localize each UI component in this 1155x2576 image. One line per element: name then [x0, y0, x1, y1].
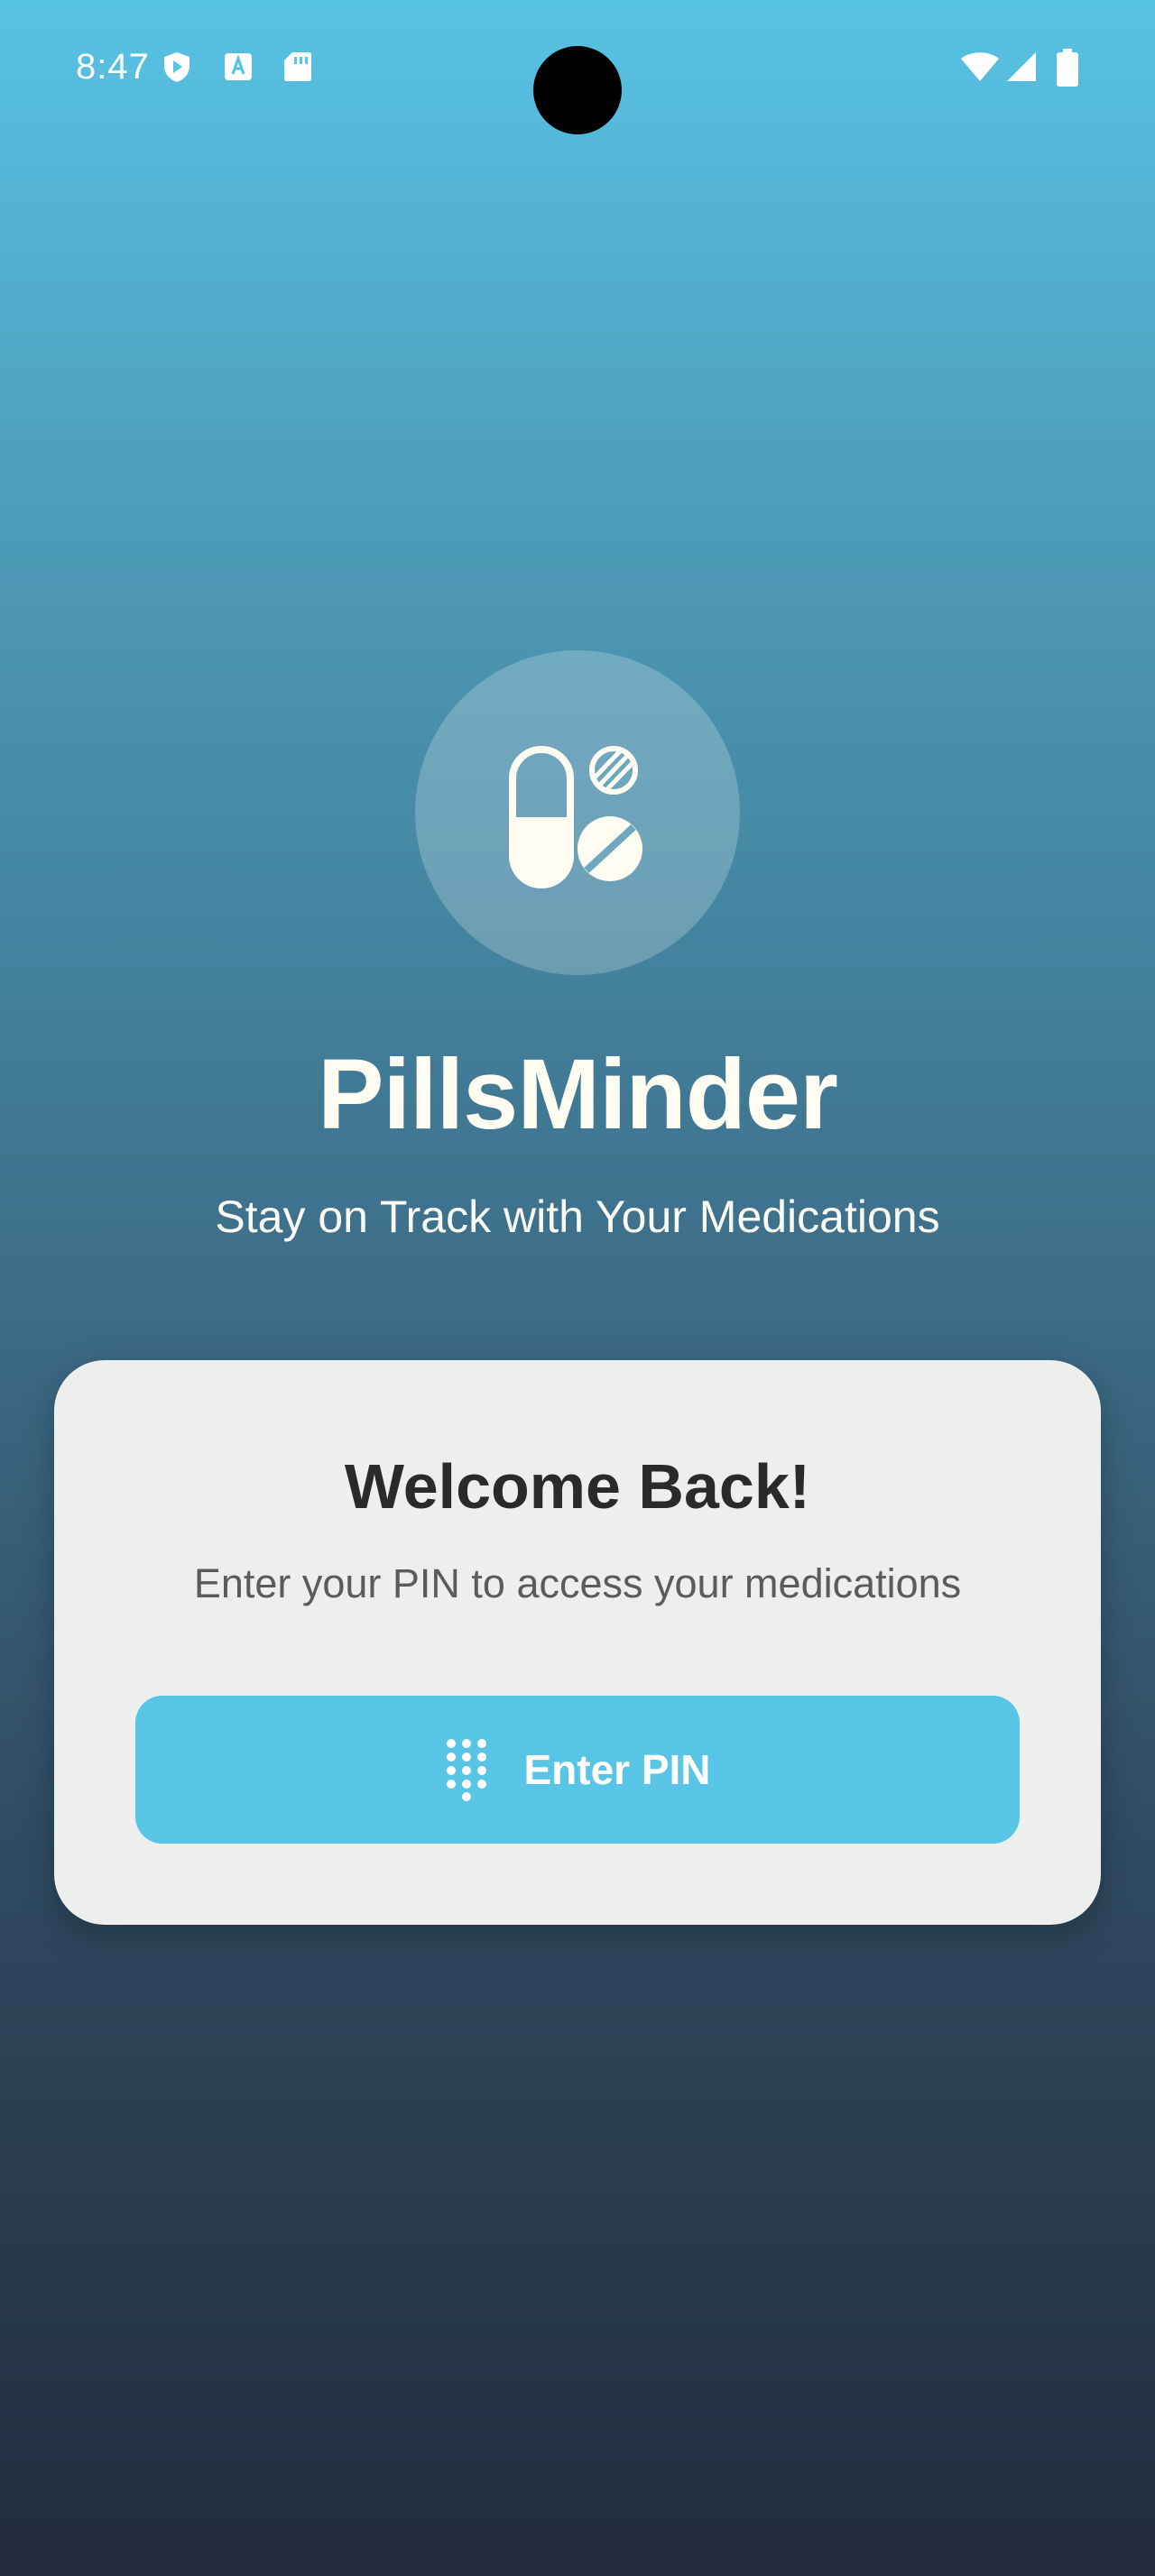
app-logo	[415, 650, 740, 975]
sd-card-icon	[282, 51, 314, 83]
app-subtitle: Stay on Track with Your Medications	[215, 1191, 940, 1242]
wifi-icon	[960, 51, 1000, 83]
welcome-card: Welcome Back! Enter your PIN to access y…	[54, 1360, 1101, 1925]
battery-icon	[1054, 49, 1081, 87]
welcome-title: Welcome Back!	[344, 1451, 811, 1522]
enter-pin-label: Enter PIN	[523, 1746, 711, 1793]
enter-pin-button[interactable]: Enter PIN	[135, 1696, 1020, 1844]
signal-icon	[1005, 51, 1038, 83]
status-time: 8:47	[76, 47, 150, 87]
welcome-subtitle: Enter your PIN to access your medication…	[193, 1560, 962, 1606]
keyboard-a-icon	[222, 51, 254, 83]
status-bar: 8:47	[0, 0, 1155, 144]
dialpad-icon	[447, 1739, 487, 1801]
shield-icon	[161, 51, 193, 83]
pills-icon	[509, 746, 642, 888]
app-title: PillsMinder	[318, 1039, 838, 1150]
camera-cutout	[533, 46, 622, 134]
